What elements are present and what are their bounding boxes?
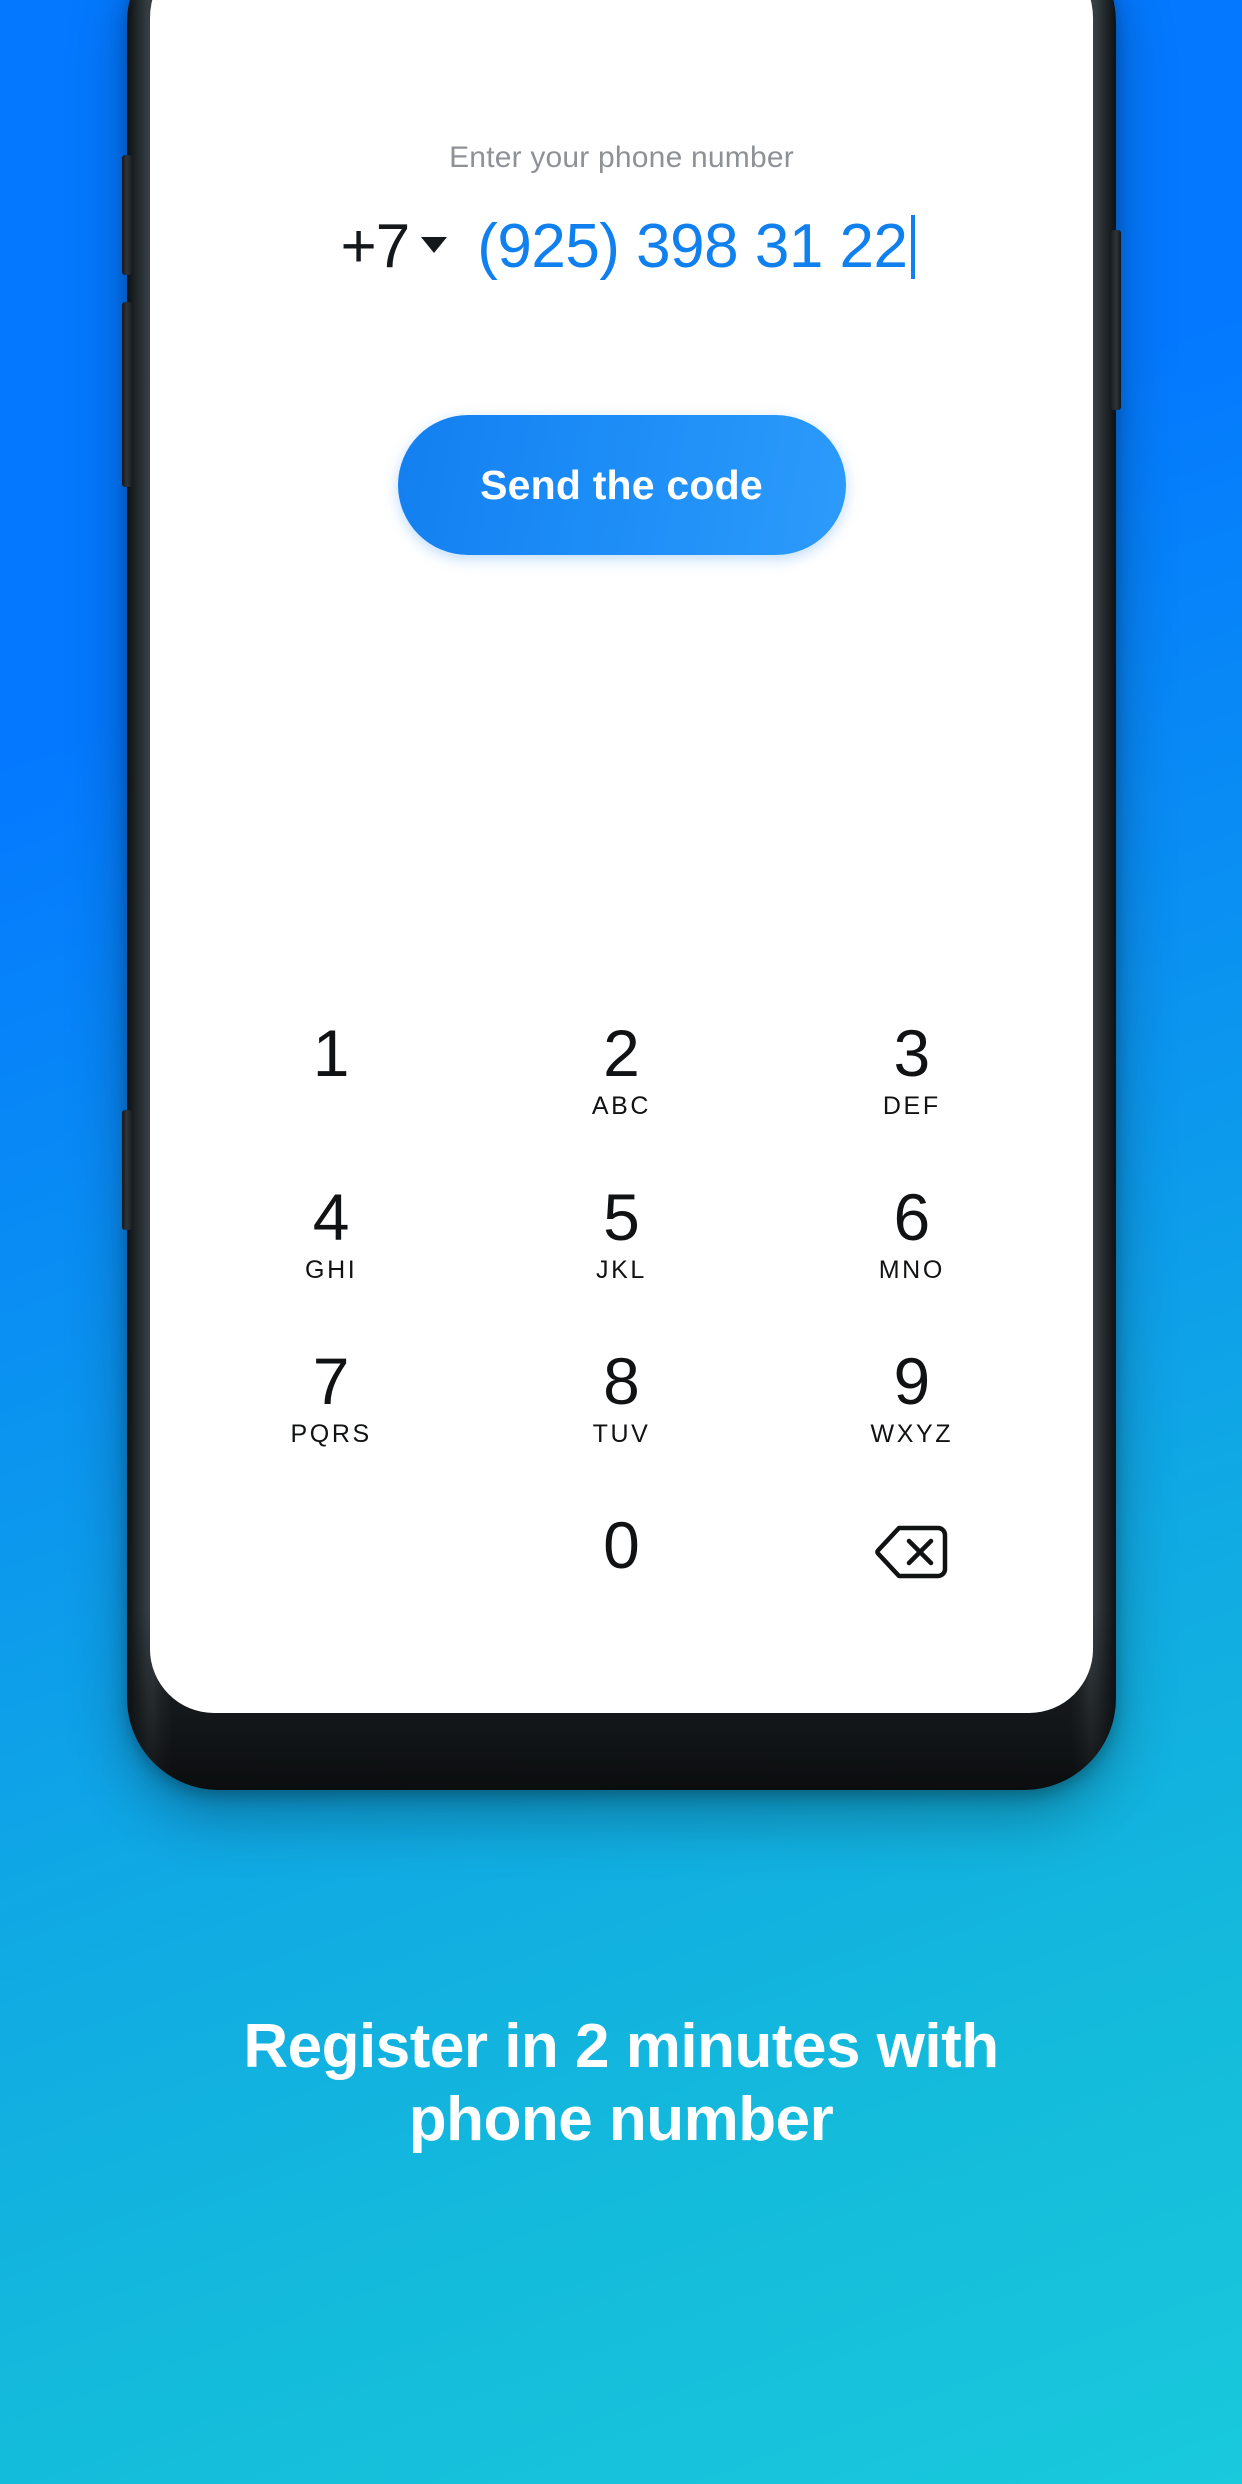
key-5[interactable]: 5 JKL: [476, 1170, 766, 1334]
phone-number-input[interactable]: (925) 398 31 22: [477, 211, 915, 282]
phone-number-value: (925) 398 31 22: [477, 212, 908, 281]
keypad-row-3: 7 PQRS 8 TUV 9 WXYZ: [186, 1334, 1057, 1498]
key-4-letters: GHI: [305, 1256, 358, 1284]
send-the-code-button[interactable]: Send the code: [397, 415, 846, 555]
key-blank-left: [186, 1498, 476, 1662]
promo-caption-line-1: Register in 2 minutes with: [243, 2012, 999, 2081]
signup-screen: Enter your phone number +7 (925) 398 31 …: [150, 0, 1093, 1713]
key-8[interactable]: 8 TUV: [476, 1334, 766, 1498]
key-8-digit: 8: [603, 1344, 640, 1418]
key-4[interactable]: 4 GHI: [186, 1170, 476, 1334]
send-code-button-wrap: Send the code: [150, 415, 1093, 555]
key-7[interactable]: 7 PQRS: [186, 1334, 476, 1498]
keypad-row-4: 0: [186, 1498, 1057, 1662]
phone-number-hint-label: Enter your phone number: [449, 141, 794, 174]
key-1[interactable]: 1: [186, 1006, 476, 1170]
numeric-keypad: 1 2 ABC 3 DEF 4 GHI 5 JKL 6 MNO 7 PQRS 8…: [150, 1006, 1093, 1662]
key-9-letters: WXYZ: [870, 1420, 954, 1448]
key-6-letters: MNO: [878, 1256, 945, 1284]
key-7-digit: 7: [312, 1344, 350, 1418]
key-2[interactable]: 2 ABC: [476, 1006, 766, 1170]
key-0-digit: 0: [603, 1508, 640, 1582]
key-7-letters: PQRS: [290, 1420, 372, 1448]
power-button[interactable]: [1111, 230, 1121, 410]
key-backspace[interactable]: [767, 1498, 1057, 1662]
key-2-digit: 2: [603, 1016, 640, 1090]
key-0[interactable]: 0: [476, 1498, 766, 1662]
volume-up-button[interactable]: [122, 155, 132, 275]
phone-device-mockup: Enter your phone number +7 (925) 398 31 …: [122, 0, 1121, 1790]
key-5-letters: JKL: [596, 1256, 647, 1284]
promo-caption-line-2: phone number: [408, 2085, 834, 2155]
promo-caption: Register in 2 minutes with phone number: [0, 2010, 1242, 2156]
phone-screen: Enter your phone number +7 (925) 398 31 …: [150, 0, 1093, 1713]
key-3-digit: 3: [893, 1016, 931, 1090]
key-4-digit: 4: [312, 1180, 350, 1254]
country-code-label: +7: [340, 212, 411, 281]
backspace-icon: [875, 1525, 948, 1579]
key-3-letters: DEF: [882, 1092, 941, 1120]
country-code-selector[interactable]: +7: [341, 211, 448, 282]
key-5-digit: 5: [603, 1180, 640, 1254]
key-1-digit: 1: [312, 1016, 350, 1090]
key-6-digit: 6: [893, 1180, 931, 1254]
chevron-down-icon: [421, 237, 448, 253]
key-9[interactable]: 9 WXYZ: [767, 1334, 1057, 1498]
assistant-button[interactable]: [122, 1110, 132, 1230]
volume-down-button[interactable]: [122, 302, 132, 487]
key-3[interactable]: 3 DEF: [767, 1006, 1057, 1170]
text-cursor: [910, 214, 915, 279]
key-2-letters: ABC: [591, 1092, 652, 1120]
key-9-digit: 9: [893, 1344, 931, 1418]
keypad-row-2: 4 GHI 5 JKL 6 MNO: [186, 1170, 1057, 1334]
key-8-letters: TUV: [592, 1420, 651, 1448]
phone-entry-row: +7 (925) 398 31 22: [150, 211, 1093, 282]
key-6[interactable]: 6 MNO: [767, 1170, 1057, 1334]
keypad-row-1: 1 2 ABC 3 DEF: [186, 1006, 1057, 1170]
